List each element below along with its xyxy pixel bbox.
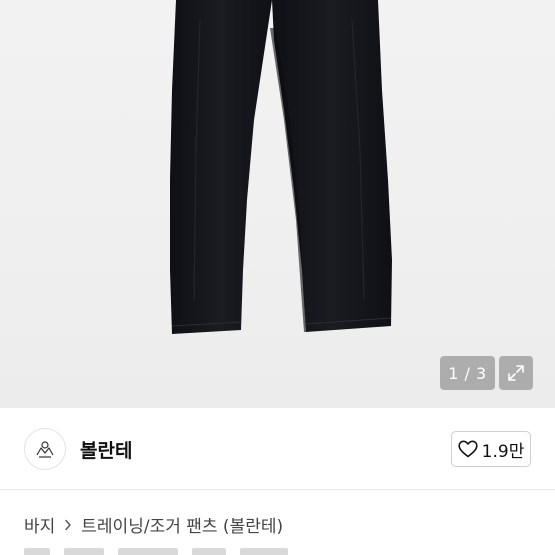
truncated-title-line [24, 548, 404, 555]
product-image [170, 0, 392, 334]
breadcrumb: 바지 트레이닝/조거 팬츠 (볼란테) [24, 512, 283, 537]
shop-name[interactable]: 볼란테 [80, 436, 132, 463]
breadcrumb-item-category[interactable]: 바지 [24, 512, 55, 537]
shop-avatar[interactable] [24, 428, 66, 470]
product-image-gallery[interactable]: 1 / 3 [0, 0, 555, 408]
like-count: 1.9만 [481, 441, 525, 462]
expand-button[interactable] [499, 356, 533, 390]
like-shop-button[interactable]: 1.9만 [451, 431, 531, 467]
chevron-right-icon [64, 519, 72, 531]
image-counter: 1 / 3 [440, 356, 495, 390]
expand-icon [508, 365, 524, 381]
shop-info-row: 볼란테 1.9만 [0, 408, 555, 490]
breadcrumb-item-subcategory[interactable]: 트레이닝/조거 팬츠 (볼란테) [81, 512, 283, 537]
shop-logo-icon [36, 441, 54, 458]
heart-outline-icon [458, 440, 478, 458]
